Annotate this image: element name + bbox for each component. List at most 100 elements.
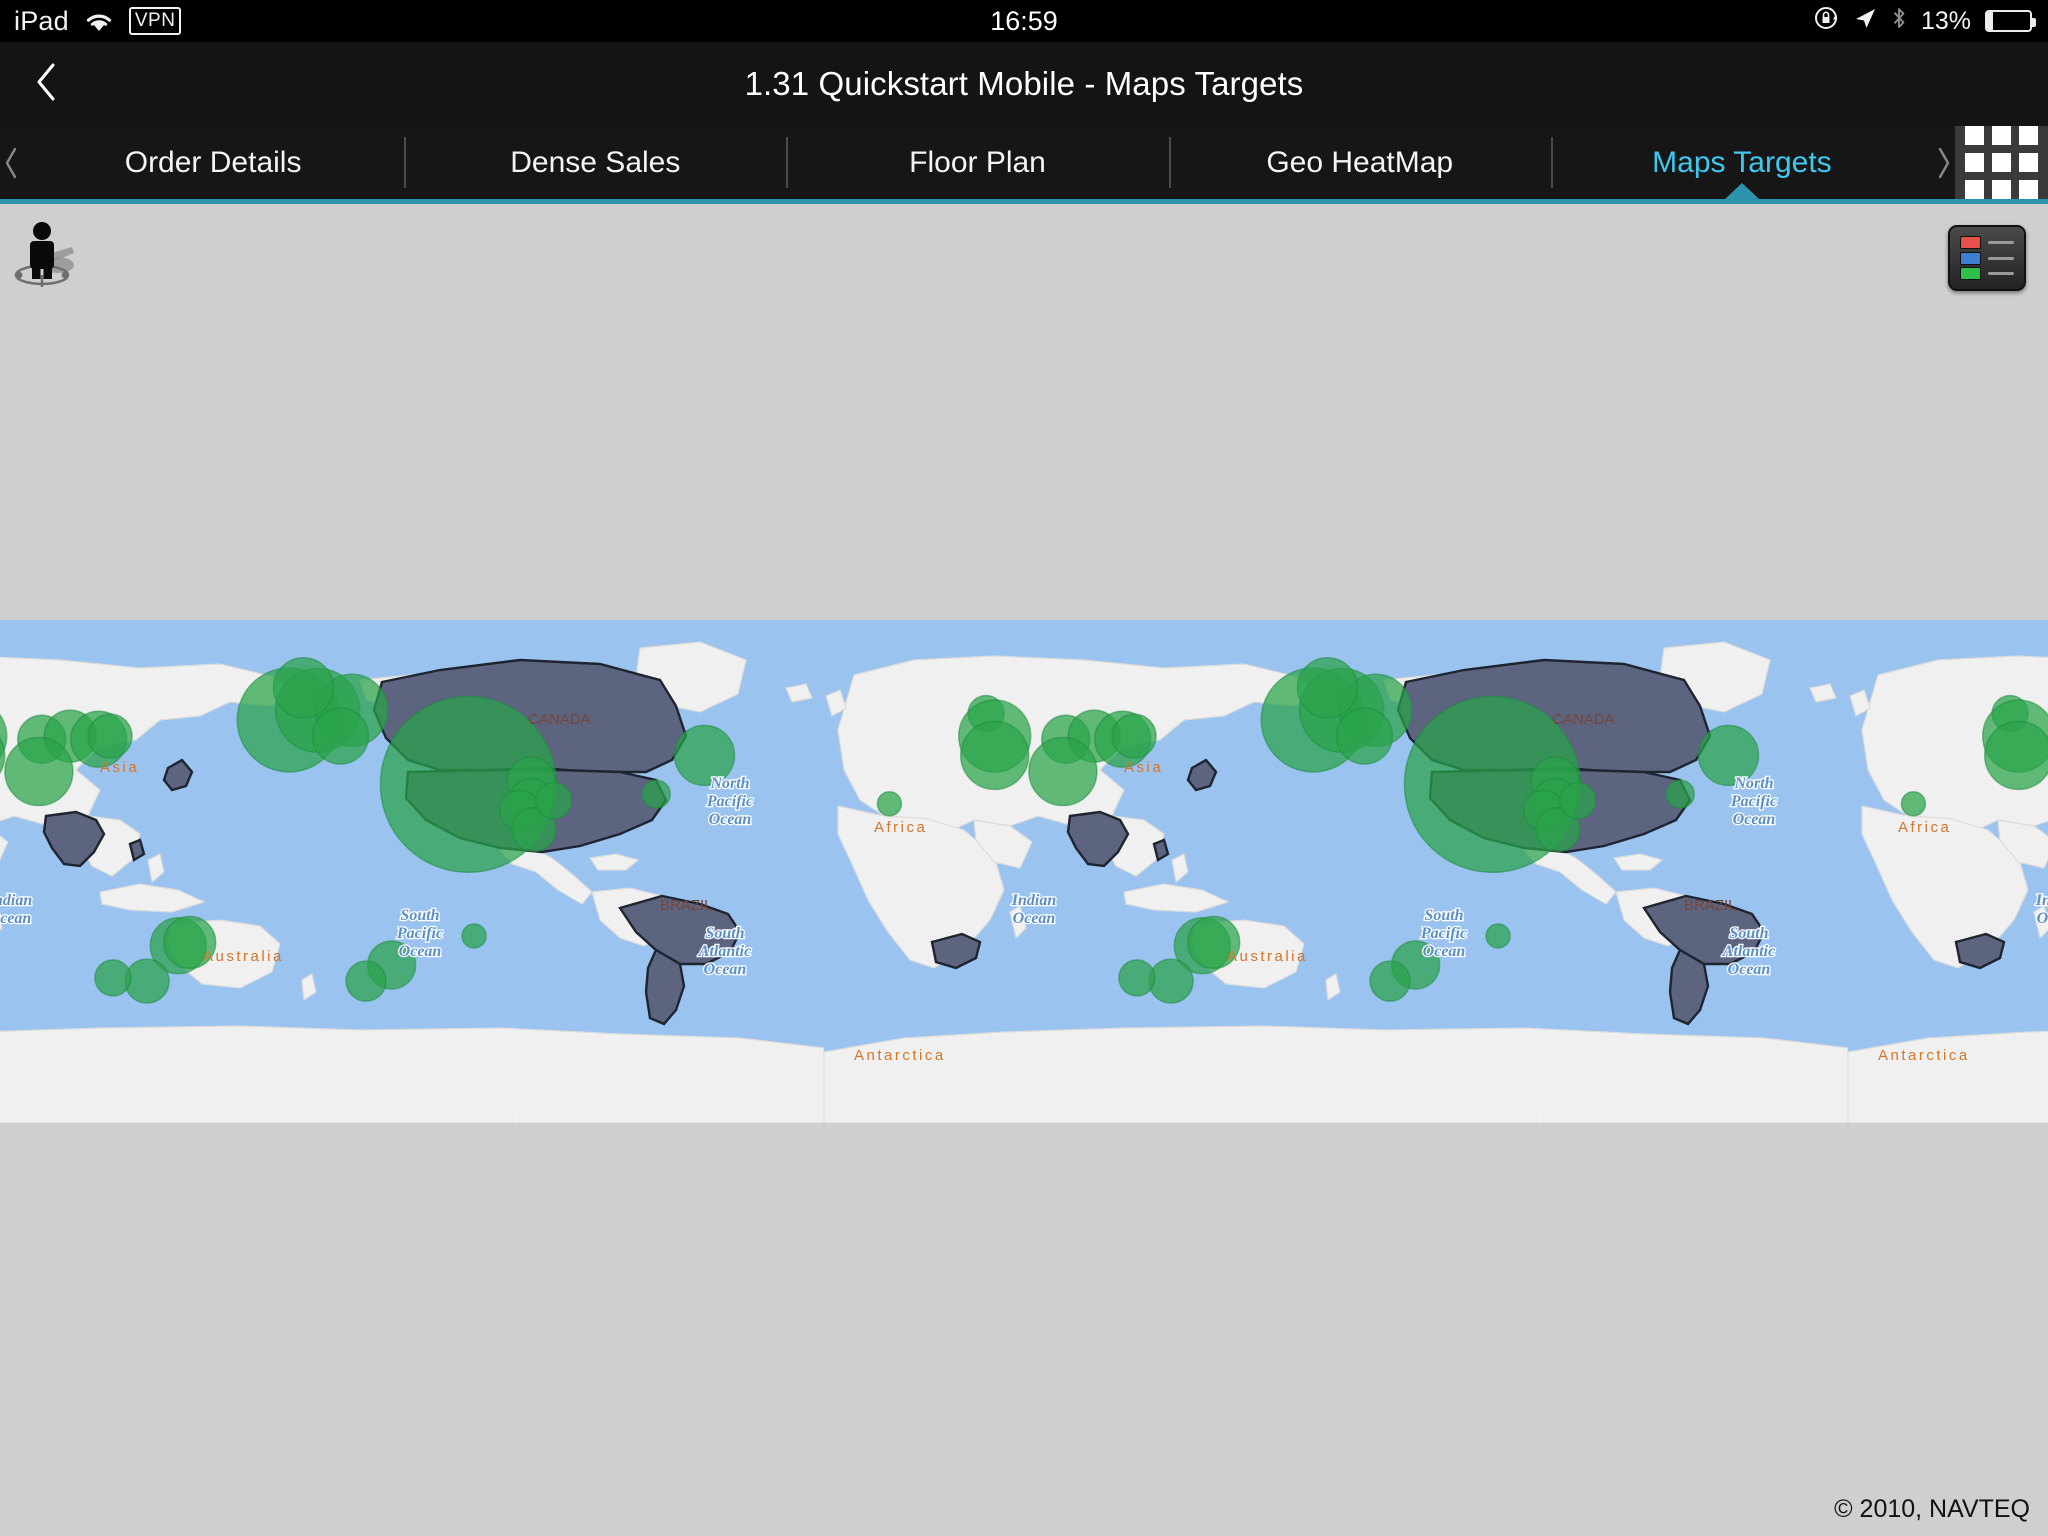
map-bubble-marker[interactable] <box>124 958 170 1004</box>
world-map-tile: AsiaAfricaAustraliaAntarcticaCANADABRAZI… <box>824 620 1848 1123</box>
map-bubble-marker[interactable] <box>1369 960 1411 1002</box>
map-bubble-marker[interactable] <box>959 720 1030 791</box>
map-country-label: BRAZIL <box>660 897 713 914</box>
map-ocean-label: Ocean <box>1728 961 1771 978</box>
legend-swatch-green <box>1960 267 1981 280</box>
world-map-tile: AsiaAfricaAustraliaAntarcticaCANADABRAZI… <box>0 620 824 1123</box>
device-name-label: iPad <box>14 5 69 36</box>
map-ocean-label: Indian <box>2035 892 2048 909</box>
tabs-scroll-right-button[interactable] <box>1933 126 1955 199</box>
legend-swatch-blue <box>1960 251 1981 265</box>
map-ocean-label: Atlantic <box>698 943 751 960</box>
tab-order-details[interactable]: Order Details <box>22 126 405 199</box>
legend-row-blue <box>1960 251 2014 265</box>
map-ocean-label: Ocean <box>1423 943 1466 960</box>
map-ocean-label: Pacific <box>396 925 443 942</box>
map-bubble-marker[interactable] <box>94 959 132 997</box>
map-bubble-marker[interactable] <box>1665 779 1695 809</box>
map-ocean-label: Ocean <box>2037 910 2048 927</box>
bluetooth-icon <box>1891 5 1907 38</box>
map-bubble-marker[interactable] <box>311 707 370 765</box>
battery-icon <box>1985 10 2036 32</box>
status-bar-clock: 16:59 <box>990 5 1058 36</box>
map-ocean-label: Ocean <box>399 943 442 960</box>
map-ocean-label: Pacific <box>1730 793 1777 810</box>
map-ocean-label: South <box>1729 925 1768 942</box>
map-country-label: BRAZIL <box>1684 897 1737 914</box>
tab-label: Geo HeatMap <box>1266 145 1454 179</box>
map-attribution: © 2010, NAVTEQ <box>1834 1495 2030 1523</box>
map-bubble-marker[interactable] <box>641 779 671 809</box>
map-bubble-marker[interactable] <box>4 736 74 807</box>
legend-line <box>1988 272 2014 275</box>
map-canvas[interactable]: Asia Africa Australia Antarctica CANADA BRAZI… <box>0 209 2048 1536</box>
map-continent-label: Africa <box>874 819 927 836</box>
legend-row-green <box>1960 267 2014 280</box>
map-continent-label: Africa <box>1898 819 1951 836</box>
map-continent-label: Antarctica <box>1878 1047 1970 1064</box>
grid-3x3-icon <box>1965 126 2038 199</box>
map-ocean-label: Atlantic <box>1722 943 1775 960</box>
map-ocean-label: North <box>1733 775 1773 792</box>
map-continent-label: Asia <box>1124 759 1163 776</box>
legend-line <box>1988 256 2014 260</box>
status-bar-right: 13% <box>1813 5 2048 38</box>
map-continent-label: Australia <box>203 948 284 965</box>
location-arrow-icon <box>1853 6 1877 37</box>
tab-bar: Order Details Dense Sales Floor Plan Geo… <box>0 126 2048 204</box>
tab-label: Floor Plan <box>909 145 1046 179</box>
tab-list: Order Details Dense Sales Floor Plan Geo… <box>22 126 1934 199</box>
map-bubble-marker[interactable] <box>1148 958 1194 1004</box>
map-bubble-marker[interactable] <box>1335 707 1394 765</box>
tab-maps-targets[interactable]: Maps Targets <box>1550 126 1934 199</box>
legend-swatch-red <box>1960 236 1981 249</box>
grid-menu-button[interactable] <box>1955 126 2048 199</box>
tabs-scroll-left-button[interactable] <box>0 126 22 199</box>
map-ocean-label: Indian <box>0 892 32 909</box>
map-bubble-marker[interactable] <box>1559 781 1597 820</box>
map-bubble-marker[interactable] <box>1983 720 2048 791</box>
street-view-pegman-icon[interactable] <box>12 217 86 291</box>
map-ocean-label: North <box>709 775 749 792</box>
tab-label: Maps Targets <box>1652 145 1832 179</box>
page-title: 1.31 Quickstart Mobile - Maps Targets <box>744 65 1304 102</box>
map-legend-button[interactable] <box>1948 225 2026 291</box>
map-bubble-marker[interactable] <box>1296 656 1359 719</box>
tab-label: Dense Sales <box>510 145 681 179</box>
map-bubble-marker[interactable] <box>1485 923 1511 949</box>
battery-percent-label: 13% <box>1920 6 1971 35</box>
rotation-lock-icon <box>1813 5 1839 38</box>
app-root: iPad VPN 16:59 13% 1.31 Quickstart Mobil… <box>0 0 2048 1536</box>
map-country-label: CANADA <box>1552 711 1615 728</box>
map-ocean-label: South <box>400 907 439 924</box>
map-ocean-label: Indian <box>1011 892 1057 909</box>
tab-label: Order Details <box>124 145 302 179</box>
tab-floor-plan[interactable]: Floor Plan <box>786 126 1169 199</box>
wifi-icon <box>83 9 115 33</box>
map-bubble-marker[interactable] <box>87 713 133 759</box>
map-bubble-marker[interactable] <box>535 781 573 820</box>
status-bar: iPad VPN 16:59 13% <box>0 0 2048 42</box>
map-bubble-marker[interactable] <box>1900 791 1927 817</box>
map-tile-seam <box>514 1109 516 1123</box>
map-continent-label: Asia <box>100 759 139 776</box>
map-ocean-label: Ocean <box>709 811 752 828</box>
map-bubble-marker[interactable] <box>272 656 335 719</box>
map-bubble-marker[interactable] <box>345 960 387 1002</box>
tab-geo-heatmap[interactable]: Geo HeatMap <box>1168 126 1551 199</box>
world-map-strip[interactable]: Asia Africa Australia Antarctica CANADA BRAZI… <box>0 620 2048 1123</box>
map-bubble-marker[interactable] <box>876 791 903 817</box>
map-tile-seam <box>1538 1109 1540 1123</box>
map-ocean-label: Pacific <box>1420 925 1467 942</box>
map-bubble-marker[interactable] <box>1028 736 1098 807</box>
map-bubble-marker[interactable] <box>1111 713 1157 759</box>
map-bubble-marker[interactable] <box>1118 959 1156 997</box>
map-continent-label: Australia <box>1227 948 1308 965</box>
map-ocean-label: Pacific <box>706 793 753 810</box>
tab-dense-sales[interactable]: Dense Sales <box>404 126 787 199</box>
legend-row-red <box>1960 236 2014 249</box>
map-bubble-marker[interactable] <box>461 923 487 949</box>
map-ocean-label: South <box>1424 907 1463 924</box>
map-ocean-label: Ocean <box>1013 910 1056 927</box>
map-country-label: CANADA <box>528 711 591 728</box>
